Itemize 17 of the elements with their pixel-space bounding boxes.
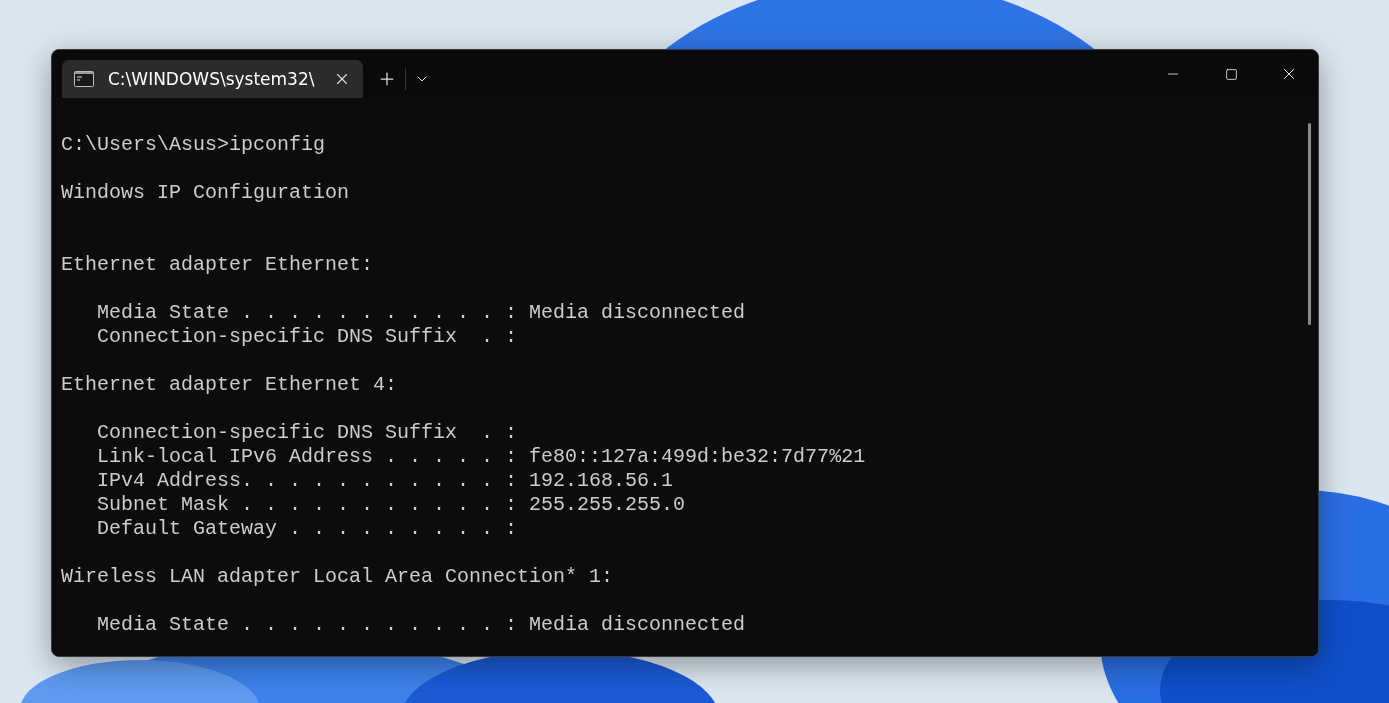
console-icon: [74, 71, 94, 87]
terminal-line: Ethernet adapter Ethernet:: [61, 253, 375, 277]
terminal-line: C:\Users\Asus>ipconfig: [61, 133, 327, 157]
scrollbar-thumb[interactable]: [1307, 123, 1311, 325]
terminal-line: Subnet Mask . . . . . . . . . . . : 255.255.255.0: [96, 493, 687, 517]
terminal-line: Connection-specific DNS Suffix . :: [96, 325, 519, 349]
terminal-line: Default Gateway . . . . . . . . . :: [96, 517, 519, 541]
terminal-tab[interactable]: C:\WINDOWS\system32\: [62, 60, 363, 98]
terminal-line: Ethernet adapter Ethernet 4:: [61, 373, 399, 397]
tab-title: C:\WINDOWS\system32\: [108, 69, 316, 89]
terminal-line: IPv4 Address. . . . . . . . . . . : 192.168.56.1: [96, 469, 675, 493]
terminal-line: Media State . . . . . . . . . . . : Media disconnected: [96, 301, 747, 325]
terminal-line: Link-local IPv6 Address . . . . . : fe80::127a:499d:be32:7d77%21: [96, 445, 867, 469]
terminal-line: Media State . . . . . . . . . . . : Media disconnected: [96, 613, 747, 637]
terminal-line: Windows IP Configuration: [61, 181, 351, 205]
terminal-line: Wireless LAN adapter Local Area Connection* 1:: [61, 565, 615, 589]
terminal-line: Connection-specific DNS Suffix . :: [96, 421, 519, 445]
